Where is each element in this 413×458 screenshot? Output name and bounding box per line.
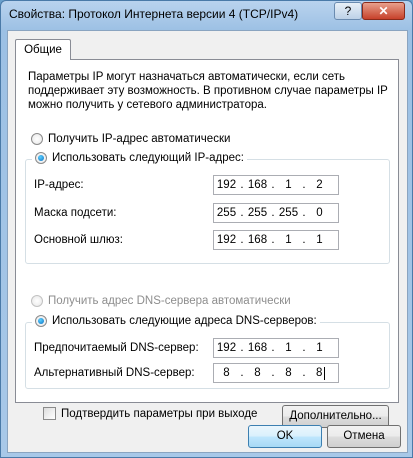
- description-text: Параметры IP могут назначаться автоматич…: [28, 71, 388, 111]
- subnet-mask-label: Маска подсети:: [34, 207, 117, 219]
- ip-manual-label: Использовать следующий IP-адрес:: [52, 152, 244, 164]
- octet-separator: .: [302, 367, 306, 379]
- ip-manual-option[interactable]: Использовать следующий IP-адрес:: [32, 152, 247, 164]
- text-caret: [324, 366, 326, 380]
- gateway-input[interactable]: 192. 168. 1. 1: [213, 230, 339, 250]
- ok-button[interactable]: OK: [248, 425, 322, 448]
- help-button[interactable]: ?: [334, 2, 362, 20]
- validate-option[interactable]: Подтвердить параметры при выходе: [43, 407, 257, 420]
- gateway-label: Основной шлюз:: [34, 234, 123, 246]
- alternate-dns-label: Альтернативный DNS-сервер:: [34, 367, 195, 379]
- dns-auto-option: Получить адрес DNS-сервера автоматически: [31, 295, 291, 307]
- ip-manual-group: Использовать следующий IP-адрес: IP-адре…: [25, 152, 390, 264]
- ip-auto-label: Получить IP-адрес автоматически: [48, 133, 231, 145]
- ip-auto-option[interactable]: Получить IP-адрес автоматически: [31, 133, 230, 145]
- preferred-dns-label: Предпочитаемый DNS-сервер:: [34, 342, 199, 354]
- subnet-mask-input[interactable]: 255. 255. 255. 0: [213, 203, 339, 223]
- subnet-mask-octet-2: 255: [247, 207, 268, 219]
- alternate-dns-input[interactable]: 8. 8. 8. 8: [213, 363, 339, 383]
- preferred-dns-octet-1: 192: [216, 342, 237, 354]
- gateway-octet-1: 192: [216, 234, 237, 246]
- gateway-octet-4: 1: [316, 234, 323, 246]
- subnet-mask-octet-3: 255: [278, 207, 299, 219]
- dns-manual-option[interactable]: Использовать следующие адреса DNS-сервер…: [32, 315, 320, 327]
- dialog-window: Свойства: Протокол Интернета версии 4 (T…: [0, 0, 413, 458]
- preferred-dns-octet-3: 1: [285, 342, 292, 354]
- ip-address-octet-1: 192: [216, 179, 237, 191]
- ip-auto-radio[interactable]: [31, 133, 43, 145]
- dns-manual-group: Использовать следующие адреса DNS-сервер…: [25, 315, 390, 389]
- subnet-mask-octet-1: 255: [216, 207, 237, 219]
- preferred-dns-octet-4: 1: [316, 342, 323, 354]
- ip-address-octet-2: 168: [247, 179, 268, 191]
- alternate-dns-octet-3: 8: [285, 367, 292, 379]
- dns-auto-label: Получить адрес DNS-сервера автоматически: [48, 295, 291, 307]
- alternate-dns-octet-1: 8: [223, 367, 230, 379]
- preferred-dns-input[interactable]: 192. 168. 1. 1: [213, 338, 339, 358]
- validate-label: Подтвердить параметры при выходе: [61, 407, 258, 420]
- ip-manual-radio[interactable]: [35, 152, 47, 164]
- validate-checkbox[interactable]: [43, 407, 56, 420]
- ip-address-octet-4: 2: [316, 179, 323, 191]
- window-title: Свойства: Протокол Интернета версии 4 (T…: [9, 7, 299, 21]
- ip-address-label: IP-адрес:: [34, 179, 84, 191]
- tab-general[interactable]: Общие: [15, 39, 71, 60]
- dns-auto-radio: [31, 295, 43, 307]
- gateway-octet-2: 168: [247, 234, 268, 246]
- gateway-octet-3: 1: [285, 234, 292, 246]
- tab-page-general: Параметры IP могут назначаться автоматич…: [15, 59, 399, 428]
- preferred-dns-octet-2: 168: [247, 342, 268, 354]
- dns-manual-radio[interactable]: [35, 315, 47, 327]
- title-bar[interactable]: Свойства: Протокол Интернета версии 4 (T…: [1, 1, 412, 27]
- cancel-button[interactable]: Отмена: [327, 425, 401, 448]
- alternate-dns-octet-2: 8: [254, 367, 261, 379]
- alternate-dns-octet-4: 8: [316, 367, 323, 379]
- close-button[interactable]: ✕: [362, 2, 405, 20]
- dns-manual-label: Использовать следующие адреса DNS-сервер…: [52, 315, 317, 327]
- subnet-mask-octet-4: 0: [316, 207, 323, 219]
- ip-address-input[interactable]: 192. 168. 1. 2: [213, 175, 339, 195]
- dialog-client: Общие Параметры IP могут назначаться авт…: [7, 30, 408, 453]
- ip-address-octet-3: 1: [285, 179, 292, 191]
